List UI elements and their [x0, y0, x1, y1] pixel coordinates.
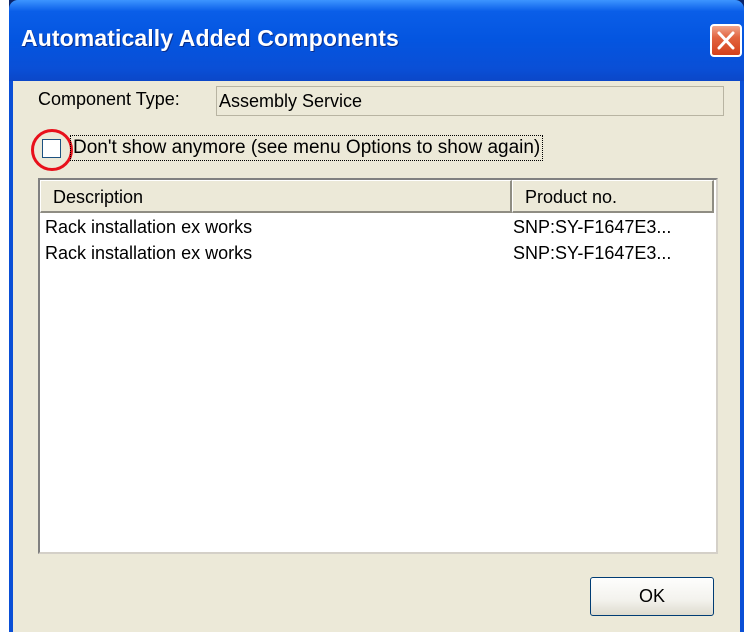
window-frame-right — [740, 81, 744, 632]
title-bar[interactable]: Automatically Added Components — [9, 0, 744, 81]
row-description: Rack installation ex works — [45, 217, 253, 237]
dont-show-label[interactable]: Don't show anymore (see menu Options to … — [69, 135, 544, 161]
list-row[interactable]: Rack installation ex works SNP:SY-F1647E… — [40, 215, 714, 241]
column-header-description[interactable]: Description — [40, 180, 512, 213]
list-header: Description Product no. — [40, 180, 714, 213]
window-title: Automatically Added Components — [21, 25, 399, 51]
component-type-field: Assembly Service — [216, 86, 724, 116]
row-product-no: SNP:SY-F1647E3... — [513, 243, 672, 263]
row-description: Rack installation ex works — [45, 243, 253, 263]
column-header-product-no[interactable]: Product no. — [512, 180, 714, 213]
close-icon — [717, 31, 735, 50]
dialog-body: Component Type: Assembly Service Don't s… — [13, 81, 740, 632]
highlight-circle — [31, 129, 73, 171]
component-type-label: Component Type: — [38, 89, 180, 109]
close-button[interactable] — [710, 24, 742, 57]
components-list[interactable]: Description Product no. Rack installatio… — [38, 178, 718, 554]
ok-button[interactable]: OK — [590, 577, 714, 616]
list-row[interactable]: Rack installation ex works SNP:SY-F1647E… — [40, 241, 714, 267]
row-product-no: SNP:SY-F1647E3... — [513, 217, 672, 237]
dialog-window: Automatically Added Components Component… — [9, 0, 744, 632]
list-rows: Rack installation ex works SNP:SY-F1647E… — [40, 215, 714, 267]
